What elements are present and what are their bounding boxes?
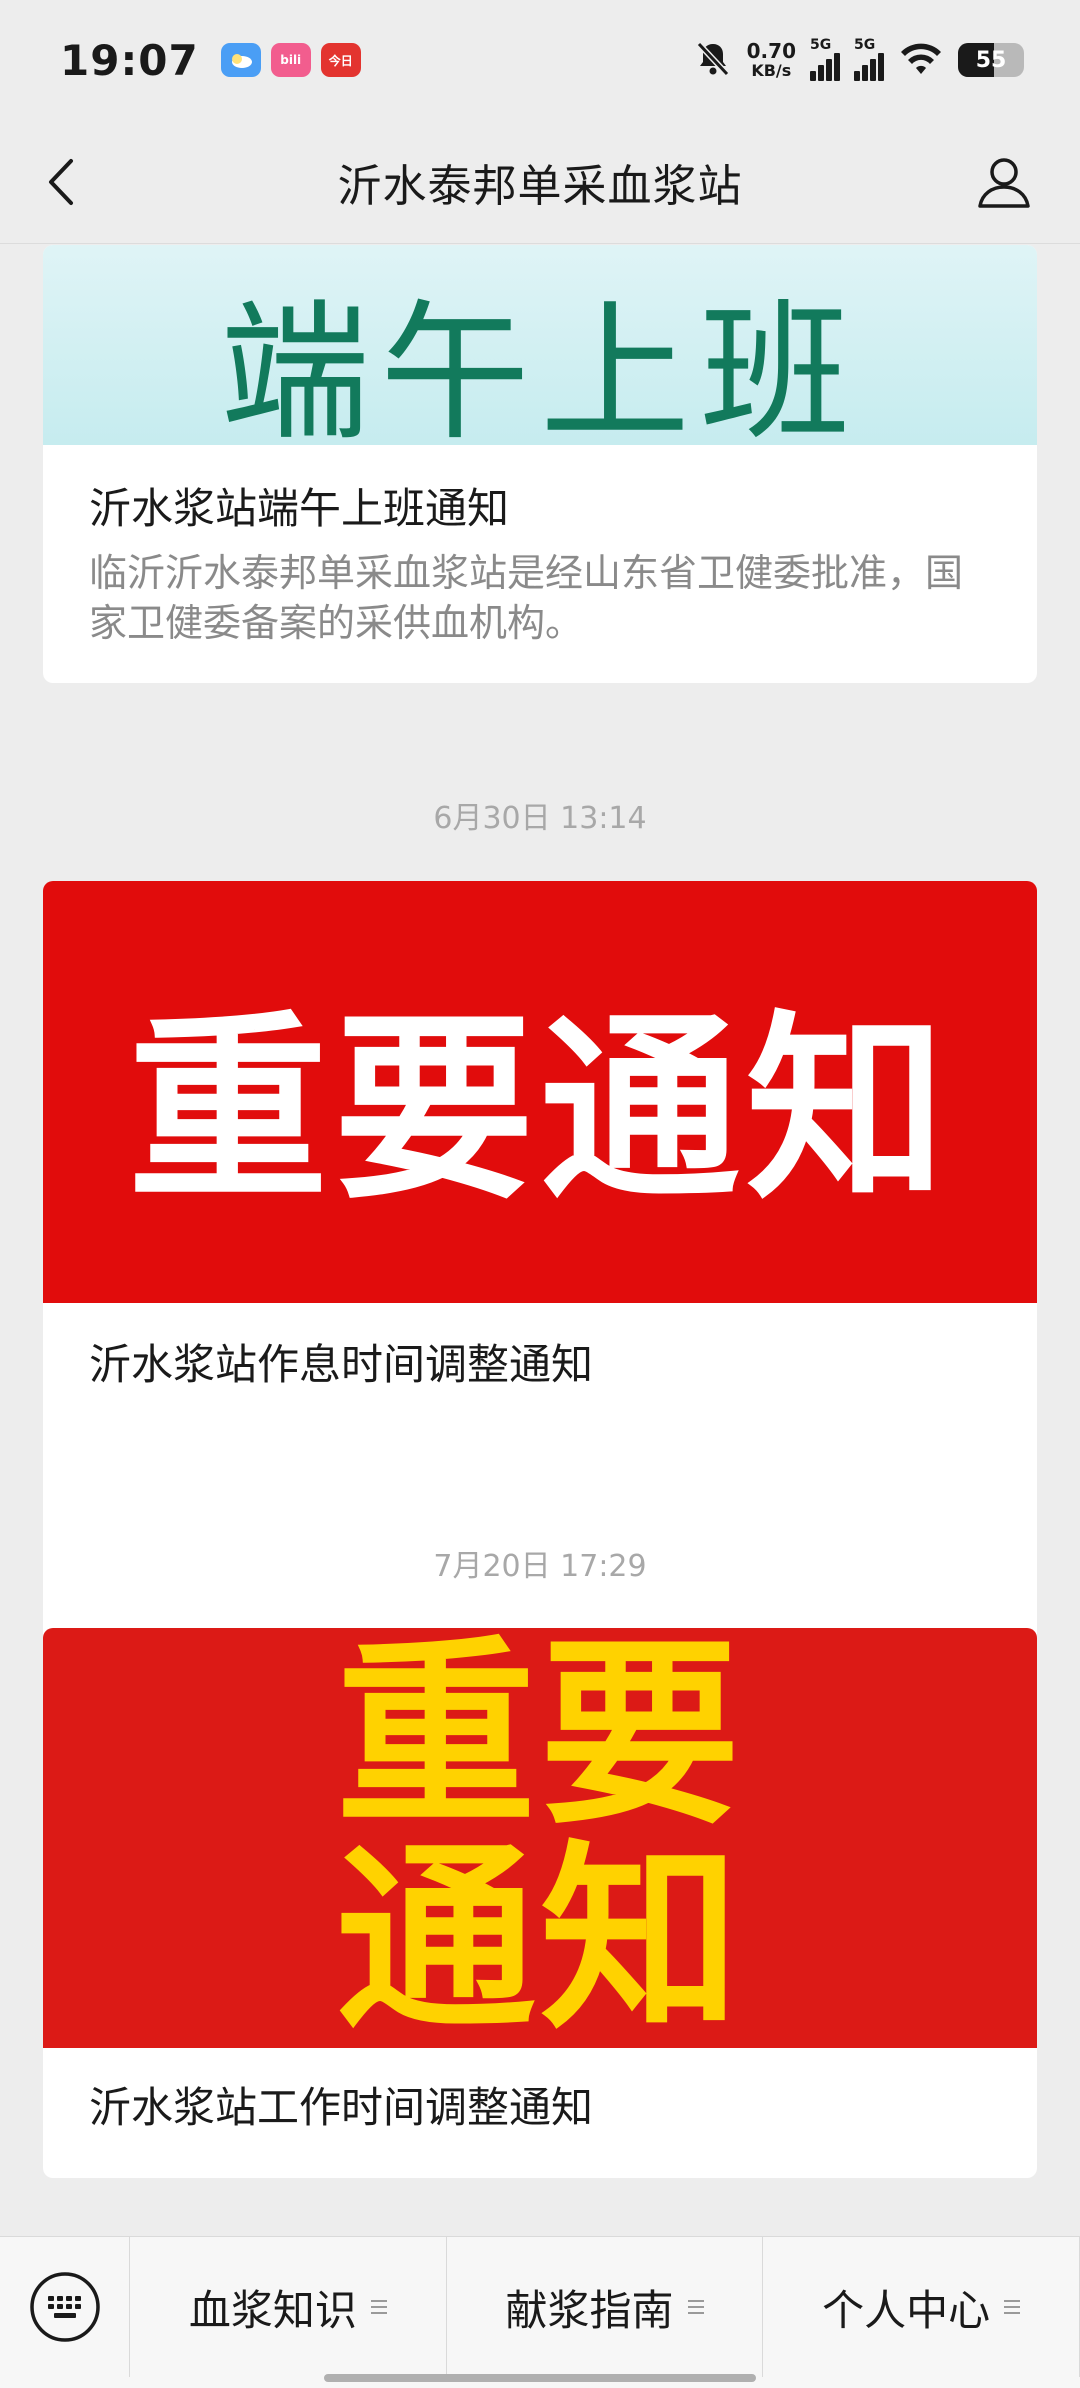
menu-item-label: 个人中心 bbox=[822, 2285, 991, 2335]
status-indicators: 0.70 KB/s 5G 5G 55 bbox=[693, 37, 1024, 82]
page-title: 沂水泰邦单采血浆站 bbox=[337, 160, 743, 212]
network-speed: 0.70 KB/s bbox=[747, 41, 796, 79]
network-speed-unit: KB/s bbox=[751, 61, 792, 80]
bottom-menu: 血浆知识 献浆指南 个人中心 bbox=[0, 2236, 1080, 2388]
status-app-icons: bili 今日 bbox=[220, 43, 361, 77]
menu-item-label: 献浆指南 bbox=[505, 2285, 674, 2335]
article-description: 临沂沂水泰邦单采血浆站是经山东省卫健委批准，国家卫健委备案的采供血机构。 bbox=[89, 551, 964, 645]
menu-item-label: 血浆知识 bbox=[188, 2285, 357, 2335]
menu-item-donation-guide[interactable]: 献浆指南 bbox=[447, 2237, 764, 2377]
cover-text: 重要通知 bbox=[127, 994, 952, 1227]
status-time: 19:07 bbox=[60, 35, 199, 85]
network-speed-value: 0.70 bbox=[746, 39, 796, 63]
weather-icon bbox=[220, 43, 261, 77]
article-title: 沂水浆站端午上班通知 bbox=[89, 484, 510, 533]
submenu-icon bbox=[1004, 2300, 1021, 2314]
submenu-icon bbox=[687, 2300, 704, 2314]
wechat-official-account-page: 19:07 bili 今日 0.70 KB/s 5G 5G 55 沂水泰邦单采血… bbox=[0, 0, 1080, 2388]
bilibili-icon: bili bbox=[270, 43, 311, 77]
cover-text: 端午上班 bbox=[219, 286, 860, 446]
submenu-icon bbox=[370, 2300, 387, 2314]
article-title: 沂水浆站作息时间调整通知 bbox=[89, 1340, 594, 1389]
mute-icon bbox=[693, 38, 733, 82]
message-timestamp: 6月30日 13:14 bbox=[433, 801, 647, 836]
signal-icon: 5G bbox=[854, 37, 884, 81]
article-card[interactable]: 端午上班 沂水浆站端午上班通知 临沂沂水泰邦单采血浆站是经山东省卫健委批准，国家… bbox=[43, 245, 1037, 683]
message-feed: 端午上班 沂水浆站端午上班通知 临沂沂水泰邦单采血浆站是经山东省卫健委批准，国家… bbox=[0, 245, 1080, 2235]
status-bar: 19:07 bili 今日 0.70 KB/s 5G 5G 55 bbox=[0, 0, 1080, 120]
user-icon bbox=[978, 158, 1030, 208]
article-cover-image: 重要通知 bbox=[43, 881, 1037, 1303]
article-cover-image: 端午上班 bbox=[43, 245, 1037, 445]
message-timestamp: 7月20日 17:29 bbox=[433, 1549, 647, 1584]
signal-type-label: 5G bbox=[854, 37, 876, 53]
back-button[interactable] bbox=[36, 156, 88, 208]
profile-button[interactable] bbox=[972, 150, 1036, 214]
keyboard-icon bbox=[29, 2272, 100, 2342]
battery-icon: 55 bbox=[958, 43, 1024, 77]
news-app-icon: 今日 bbox=[320, 43, 361, 77]
chevron-left-icon bbox=[49, 159, 73, 205]
signal-type-label: 5G bbox=[810, 37, 832, 53]
article-card[interactable]: 重要 通知 沂水浆站工作时间调整通知 bbox=[43, 1628, 1037, 2178]
menu-item-personal-center[interactable]: 个人中心 bbox=[763, 2237, 1080, 2377]
article-cover-image: 重要 通知 bbox=[43, 1628, 1037, 2048]
menu-item-plasma-knowledge[interactable]: 血浆知识 bbox=[130, 2237, 447, 2377]
article-title: 沂水浆站工作时间调整通知 bbox=[89, 2083, 594, 2132]
home-indicator[interactable] bbox=[324, 2374, 756, 2382]
keyboard-toggle-button[interactable] bbox=[0, 2237, 130, 2377]
signal-icon: 5G bbox=[810, 37, 840, 81]
wifi-icon bbox=[898, 40, 944, 80]
title-bar: 沂水泰邦单采血浆站 bbox=[0, 120, 1080, 244]
battery-level: 55 bbox=[975, 47, 1007, 73]
cover-text-line-1: 重要 bbox=[335, 1628, 744, 1852]
cover-text-line-2: 通知 bbox=[335, 1824, 744, 2048]
